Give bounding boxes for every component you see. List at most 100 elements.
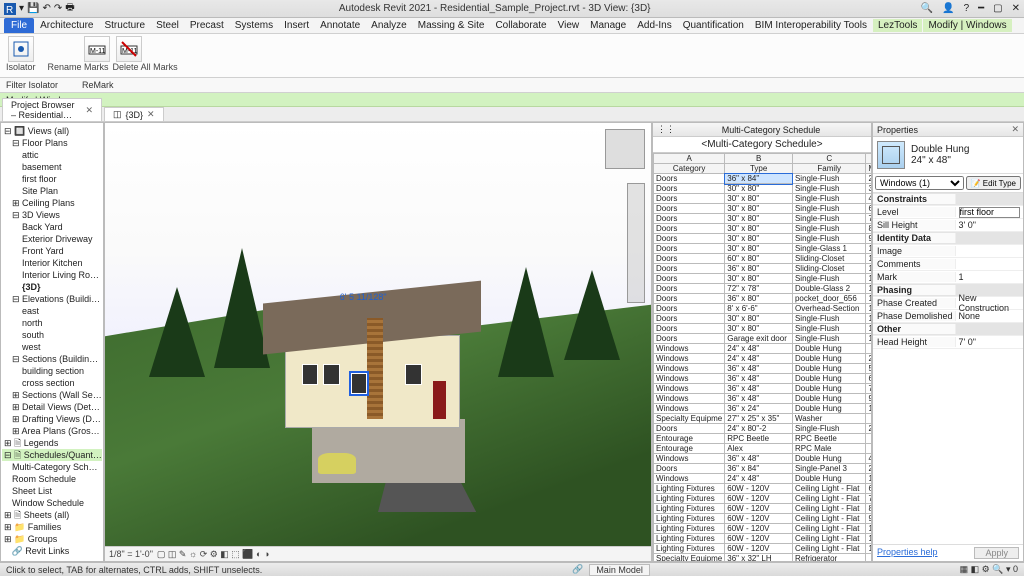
apply-button[interactable]: Apply (974, 547, 1019, 559)
table-row[interactable]: DoorsGarage exit doorSingle-Flush19 (654, 334, 872, 344)
head-height-value[interactable]: 7' 0" (956, 337, 1024, 347)
tab-collaborate[interactable]: Collaborate (490, 19, 551, 32)
table-row[interactable]: Doors30" x 80"Single-Flush4 (654, 194, 872, 204)
tab-project-browser[interactable]: Project Browser – Residential… ✕ (2, 98, 102, 121)
tree-item[interactable]: west (2, 341, 102, 353)
viewport-3d[interactable]: 6' 5 11/128" (105, 123, 651, 546)
tree-views[interactable]: ⊟ 🔲 Views (all) (2, 125, 102, 137)
nav-bar[interactable] (627, 183, 645, 303)
close-icon[interactable]: ✕ (85, 105, 93, 116)
file-menu[interactable]: File (4, 18, 34, 33)
table-row[interactable]: Lighting Fixtures60W - 120VCeiling Light… (654, 504, 872, 514)
tree-item[interactable]: Site Plan (2, 185, 102, 197)
table-row[interactable]: Doors30" x 80"Single-Flush13 (654, 274, 872, 284)
table-row[interactable]: Doors30" x 80"Single-Flush7 (654, 214, 872, 224)
tree-item[interactable]: east (2, 305, 102, 317)
level-input[interactable] (959, 207, 1020, 218)
tree-item-active[interactable]: {3D} (2, 281, 102, 293)
phase-demol-value[interactable]: None (956, 311, 1024, 321)
table-row[interactable]: Windows24" x 48"Double Hung (654, 344, 872, 354)
edit-type-button[interactable]: 📝 Edit Type (966, 176, 1021, 190)
tree-item[interactable]: Front Yard (2, 245, 102, 257)
table-row[interactable]: Doors36" x 80"Sliding-Closet12 (654, 264, 872, 274)
tree-ceiling[interactable]: ⊞ Ceiling Plans (2, 197, 102, 209)
qat-redo-icon[interactable]: ↷ (54, 3, 62, 14)
tab-annotate[interactable]: Annotate (315, 19, 365, 32)
view-cube[interactable] (605, 129, 645, 169)
table-row[interactable]: Lighting Fixtures60W - 120VCeiling Light… (654, 514, 872, 524)
qat-open-icon[interactable]: ▾ (19, 3, 24, 14)
user-icon[interactable]: 👤 (942, 3, 954, 14)
table-row[interactable]: Doors8' x 6'-6"Overhead-Section16 (654, 304, 872, 314)
tree-area-plans[interactable]: ⊞ Area Plans (Gross Building (2, 425, 102, 437)
tree-3d-views[interactable]: ⊟ 3D Views (2, 209, 102, 221)
table-row[interactable]: Windows24" x 48"Double Hung14 (654, 474, 872, 484)
table-row[interactable]: Windows36" x 48"Double Hung5 (654, 364, 872, 374)
model-selector[interactable]: Main Model (589, 564, 650, 576)
table-row[interactable]: Lighting Fixtures60W - 120VCeiling Light… (654, 494, 872, 504)
tab-leztools[interactable]: LezTools (873, 19, 922, 32)
table-row[interactable]: Windows36" x 48"Double Hung7 (654, 384, 872, 394)
table-row[interactable]: Windows36" x 24"Double Hung11 (654, 404, 872, 414)
delete-marks-icon[interactable]: M-11 (116, 36, 142, 62)
worksets-icon[interactable]: 🔗 (572, 564, 583, 575)
table-row[interactable]: Windows36" x 48"Double Hung4 (654, 454, 872, 464)
table-row[interactable]: Doors36" x 80"pocket_door_65615 (654, 294, 872, 304)
properties-help-link[interactable]: Properties help (877, 547, 938, 559)
tree-groups[interactable]: ⊞ 📁 Groups (2, 533, 102, 545)
tab-structure[interactable]: Structure (99, 19, 150, 32)
table-row[interactable]: Doors30" x 80"Single-Flush3 (654, 184, 872, 194)
tab-steel[interactable]: Steel (151, 19, 184, 32)
tree-item[interactable]: cross section (2, 377, 102, 389)
tree-elevations[interactable]: ⊟ Elevations (Building Eleva (2, 293, 102, 305)
tree-item[interactable]: attic (2, 149, 102, 161)
table-row[interactable]: Doors30" x 80"Single-Glass 11 (654, 244, 872, 254)
tab-3d-view[interactable]: ◫ {3D} ✕ (104, 107, 164, 121)
tree-revit-links[interactable]: 🔗 Revit Links (2, 545, 102, 557)
qat-print-icon[interactable]: 🖶 (65, 0, 74, 17)
table-row[interactable]: Doors30" x 80"Single-Flush8 (654, 224, 872, 234)
tree-item[interactable]: first floor (2, 173, 102, 185)
mark-value[interactable]: 1 (956, 272, 1024, 282)
tree-item[interactable]: south (2, 329, 102, 341)
qat[interactable]: R ▾ 💾 ↶ ↷ 🖶 (4, 0, 75, 17)
table-row[interactable]: Doors36" x 84"Single-Flush2 (654, 174, 872, 184)
tree-item[interactable]: Interior Kitchen (2, 257, 102, 269)
close-icon[interactable]: ✕ (1012, 3, 1020, 14)
tree-sheets[interactable]: ⊞ 🗎 Sheets (all) (2, 509, 102, 521)
table-row[interactable]: Lighting Fixtures60W - 120VCeiling Light… (654, 534, 872, 544)
tab-massing[interactable]: Massing & Site (413, 19, 490, 32)
tree-schedules[interactable]: ⊟ 🗎 Schedules/Quantities (all) (2, 449, 102, 461)
table-row[interactable]: Doors30" x 80"Single-Flush18 (654, 324, 872, 334)
tree-item[interactable]: Back Yard (2, 221, 102, 233)
tree-detail-views[interactable]: ⊞ Detail Views (Detail) (2, 401, 102, 413)
qat-undo-icon[interactable]: ↶ (42, 3, 50, 14)
table-row[interactable]: Doors36" x 84"Single-Panel 327 (654, 464, 872, 474)
tree-item[interactable]: Multi-Category Schedule (2, 461, 102, 473)
help-icon[interactable]: ? (964, 3, 970, 14)
tree-sections-wall[interactable]: ⊞ Sections (Wall Section) (2, 389, 102, 401)
tab-modify-windows[interactable]: Modify | Windows (923, 19, 1011, 32)
isolator-icon[interactable] (8, 36, 34, 62)
tree-families[interactable]: ⊞ 📁 Families (2, 521, 102, 533)
table-row[interactable]: Lighting Fixtures60W - 120VCeiling Light… (654, 484, 872, 494)
table-row[interactable]: Doors30" x 80"Single-Flush9 (654, 234, 872, 244)
tab-analyze[interactable]: Analyze (366, 19, 412, 32)
table-row[interactable]: EntourageRPC BeetleRPC Beetle (654, 434, 872, 444)
tab-systems[interactable]: Systems (230, 19, 278, 32)
type-selector[interactable]: Double Hung 24" x 48" (873, 137, 1023, 174)
table-row[interactable]: Specialty Equipme36" x 32" LHRefrigerato… (654, 554, 872, 562)
view-control-icons[interactable]: ▢ ◫ ✎ ☼ ⟳ ⚙ ◧ ⬚ ⬛ ◐ ◑ (157, 549, 270, 560)
tree-item[interactable]: Sheet List (2, 485, 102, 497)
tree-item[interactable]: Room Schedule (2, 473, 102, 485)
tab-quantification[interactable]: Quantification (678, 19, 749, 32)
schedule-table[interactable]: ABCD CategoryTypeFamilyMark Doors36" x 8… (653, 153, 871, 561)
tab-bim-tools[interactable]: BIM Interoperability Tools (750, 19, 872, 32)
tree-sections-building[interactable]: ⊟ Sections (Building Section (2, 353, 102, 365)
phase-created-value[interactable]: New Construction (956, 293, 1024, 313)
maximize-icon[interactable]: ▢ (993, 3, 1002, 14)
selected-window[interactable] (351, 373, 367, 394)
close-icon[interactable]: ✕ (147, 109, 155, 120)
table-row[interactable]: Lighting Fixtures60W - 120VCeiling Light… (654, 524, 872, 534)
tab-view[interactable]: View (553, 19, 585, 32)
